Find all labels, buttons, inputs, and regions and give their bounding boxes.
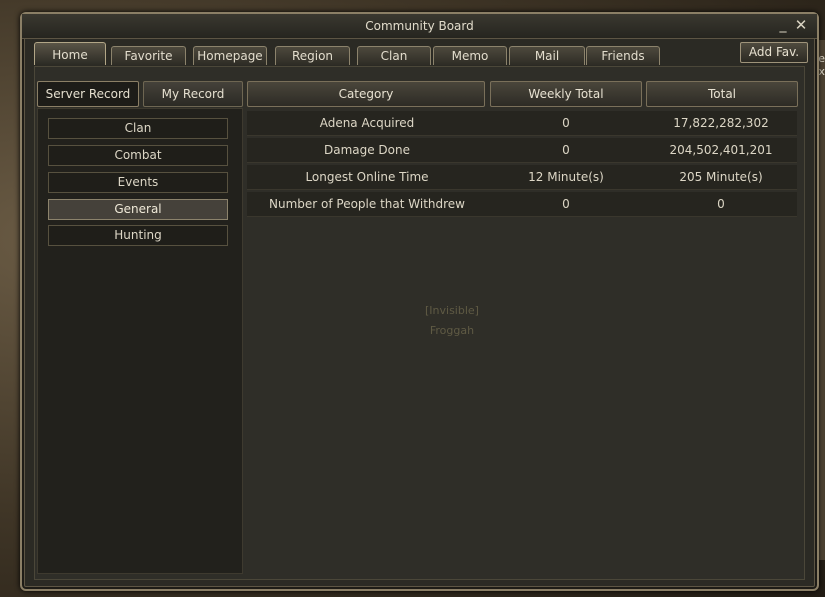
tab-home[interactable]: Home (34, 42, 106, 65)
cell-weekly-total: 0 (562, 116, 570, 130)
category-general-button[interactable]: General (48, 199, 228, 220)
category-list-panel: Clan Combat Events General Hunting (37, 108, 243, 574)
column-header-total[interactable]: Total (646, 81, 798, 107)
table-row: Adena Acquired 0 17,822,282,302 (247, 111, 797, 136)
cell-total: 204,502,401,201 (669, 143, 773, 157)
cell-category: Number of People that Withdrew (269, 197, 465, 211)
table-row: Damage Done 0 204,502,401,201 (247, 138, 797, 163)
cell-total: 17,822,282,302 (673, 116, 769, 130)
tab-clan[interactable]: Clan (357, 46, 431, 65)
cell-category: Longest Online Time (305, 170, 429, 184)
tab-favorite[interactable]: Favorite (111, 46, 186, 65)
tab-homepage[interactable]: Homepage (193, 46, 267, 65)
close-icon[interactable]: ✕ (793, 17, 809, 33)
tab-region[interactable]: Region (275, 46, 350, 65)
minimize-icon[interactable]: _ (775, 17, 791, 33)
table-row: Longest Online Time 12 Minute(s) 205 Min… (247, 165, 797, 190)
category-combat-button[interactable]: Combat (48, 145, 228, 166)
column-header-weekly-total[interactable]: Weekly Total (490, 81, 642, 107)
community-board-window: Community Board _ ✕ Home Favorite Homepa… (20, 12, 819, 591)
cell-total: 0 (717, 197, 725, 211)
cell-category: Adena Acquired (319, 116, 415, 130)
character-status: [Invisible] (425, 304, 479, 317)
tab-mail[interactable]: Mail (509, 46, 585, 65)
table-row: Number of People that Withdrew 0 0 (247, 192, 797, 217)
category-events-button[interactable]: Events (48, 172, 228, 193)
tab-memo[interactable]: Memo (433, 46, 507, 65)
cell-weekly-total: 0 (562, 143, 570, 157)
category-hunting-button[interactable]: Hunting (48, 225, 228, 246)
board-content: Server Record My Record Category Weekly … (34, 66, 805, 580)
tab-my-record[interactable]: My Record (143, 81, 243, 107)
cell-category: Damage Done (323, 143, 411, 157)
column-header-category[interactable]: Category (247, 81, 485, 107)
category-clan-button[interactable]: Clan (48, 118, 228, 139)
cell-weekly-total: 0 (562, 197, 570, 211)
cell-total: 205 Minute(s) (679, 170, 763, 184)
tab-friends[interactable]: Friends (586, 46, 660, 65)
add-favorite-button[interactable]: Add Fav. (740, 42, 808, 63)
cell-weekly-total: 12 Minute(s) (528, 170, 604, 184)
background-character-label: [Invisible] Froggah (425, 301, 479, 341)
title-bar[interactable]: Community Board (22, 14, 817, 39)
character-name: Froggah (429, 324, 475, 337)
window-title: Community Board (365, 19, 474, 33)
tab-server-record[interactable]: Server Record (37, 81, 139, 107)
